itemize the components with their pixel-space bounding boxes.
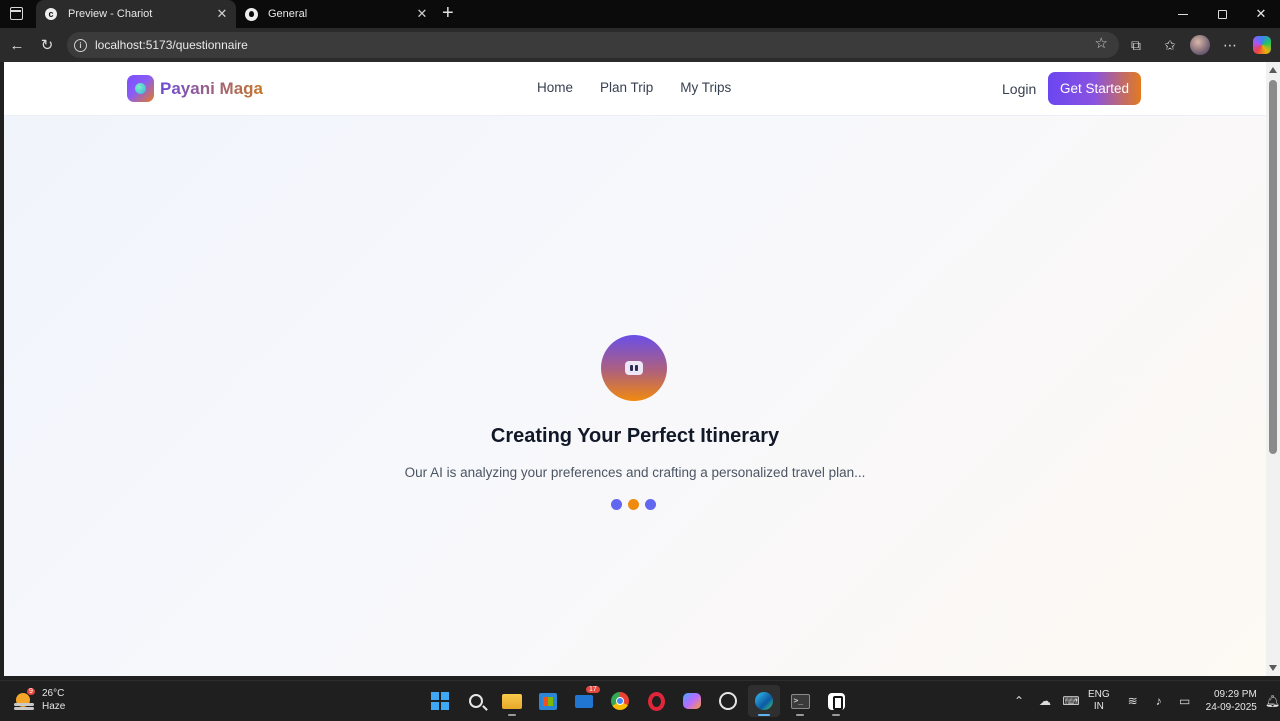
scroll-up-arrow-icon[interactable] xyxy=(1269,67,1277,73)
main-nav: Home Plan Trip My Trips xyxy=(537,80,758,95)
windows-logo-icon xyxy=(431,692,449,710)
tab-title: Preview - Chariot xyxy=(68,8,153,20)
opera-button[interactable] xyxy=(640,685,672,717)
edge-icon xyxy=(755,692,773,710)
terminal-icon: >_ xyxy=(790,693,810,709)
tab-actions-icon[interactable] xyxy=(10,7,23,20)
mail-icon xyxy=(575,694,593,708)
search-icon xyxy=(469,694,483,708)
volume-icon[interactable]: ♪ xyxy=(1146,694,1172,708)
nav-link-my-trips[interactable]: My Trips xyxy=(680,80,731,95)
tab-title: General xyxy=(268,8,308,20)
loading-dot xyxy=(645,499,656,510)
start-button[interactable] xyxy=(424,685,456,717)
address-bar[interactable]: i localhost:5173/questionnaire ☆ xyxy=(67,32,1119,58)
clock-time: 09:29 PM xyxy=(1214,689,1257,700)
battery-icon[interactable]: ▭ xyxy=(1172,694,1198,708)
weather-temperature: 26°C xyxy=(42,688,65,699)
chatgpt-icon xyxy=(719,692,737,710)
chariot-c-icon: c xyxy=(44,7,58,21)
weather-condition: Haze xyxy=(42,701,66,712)
opera-icon xyxy=(647,691,665,711)
taskbar-apps: 17 >_ xyxy=(424,685,852,717)
address-url: localhost:5173/questionnaire xyxy=(95,38,248,52)
new-tab-button[interactable]: + xyxy=(442,3,454,23)
get-started-button[interactable]: Get Started xyxy=(1048,72,1141,105)
capcut-icon xyxy=(827,692,845,710)
loading-dot xyxy=(611,499,622,510)
avatar xyxy=(1190,35,1210,55)
copilot-app-icon xyxy=(683,693,701,709)
system-tray: ⌃ ☁ ⌨ ENG IN ≋ ♪ ▭ 09:29 PM 24-09-2025 🔔… xyxy=(1006,681,1280,721)
tab-general[interactable]: General ✕ xyxy=(236,0,436,28)
chatgpt-button[interactable] xyxy=(712,685,744,717)
reload-button[interactable]: ↻ xyxy=(35,33,59,57)
loading-dot xyxy=(628,499,639,510)
show-hidden-icons-chevron-icon[interactable]: ⌃ xyxy=(1006,694,1032,708)
search-button[interactable] xyxy=(460,685,492,717)
nav-link-home[interactable]: Home xyxy=(537,80,573,95)
browser-tab-bar: c Preview - Chariot ✕ General ✕ + ✕ xyxy=(0,0,1280,28)
wifi-icon[interactable]: ≋ xyxy=(1120,694,1146,708)
loader-subtitle: Our AI is analyzing your preferences and… xyxy=(404,465,866,480)
window-close-button[interactable]: ✕ xyxy=(1242,0,1280,28)
clock[interactable]: 09:29 PM 24-09-2025 xyxy=(1206,688,1257,714)
browser-toolbar: ← ↻ i localhost:5173/questionnaire ☆ ⧉ ✩… xyxy=(0,28,1280,62)
favorites-icon[interactable]: ✩ xyxy=(1158,33,1182,57)
edge-button[interactable] xyxy=(748,685,780,717)
file-explorer-button[interactable] xyxy=(496,685,528,717)
loader-title: Creating Your Perfect Itinerary xyxy=(490,425,780,447)
tab-preview-chariot[interactable]: c Preview - Chariot ✕ xyxy=(36,0,236,28)
windows-taskbar: 9 26°C Haze 17 >_ ⌃ ☁ ⌨ ENG IN ≋ ♪ ▭ 09:… xyxy=(0,680,1280,720)
more-options-icon[interactable]: ⋯ xyxy=(1218,33,1242,57)
maximize-button[interactable] xyxy=(1203,0,1241,28)
weather-widget[interactable]: 9 26°C Haze xyxy=(14,687,65,713)
onedrive-icon[interactable]: ☁ xyxy=(1032,694,1058,708)
extensions-icon[interactable]: ⧉ xyxy=(1124,33,1148,57)
chrome-icon xyxy=(611,692,629,710)
brand-logo-icon xyxy=(127,75,154,102)
back-button[interactable]: ← xyxy=(5,33,29,57)
weather-haze-icon: 9 xyxy=(14,688,36,711)
copilot-app-button[interactable] xyxy=(676,685,708,717)
profile-button[interactable] xyxy=(1188,33,1212,57)
notifications-icon[interactable]: 🔔︎ xyxy=(1265,694,1280,708)
clock-date: 24-09-2025 xyxy=(1205,702,1257,713)
close-icon[interactable]: ✕ xyxy=(414,6,430,22)
language-code: ENG xyxy=(1088,689,1110,700)
region-code: IN xyxy=(1093,701,1104,712)
folder-icon xyxy=(502,693,522,709)
keyboard-icon[interactable]: ⌨ xyxy=(1058,694,1084,708)
store-icon xyxy=(539,692,557,710)
copilot-icon[interactable] xyxy=(1250,33,1274,57)
capcut-button[interactable] xyxy=(820,685,852,717)
favorite-star-icon[interactable]: ☆ xyxy=(1095,36,1108,52)
close-icon[interactable]: ✕ xyxy=(214,6,230,22)
brand-link[interactable]: Payani Maga xyxy=(127,75,263,102)
scroll-down-arrow-icon[interactable] xyxy=(1269,665,1277,671)
nav-link-plan-trip[interactable]: Plan Trip xyxy=(600,80,653,95)
page-scrollbar[interactable] xyxy=(1266,62,1280,676)
minimize-button[interactable] xyxy=(1164,0,1202,28)
weather-badge: 9 xyxy=(27,688,35,695)
github-icon xyxy=(244,7,258,21)
brand-name: Payani Maga xyxy=(160,78,263,98)
site-navbar: Payani Maga Home Plan Trip My Trips Logi… xyxy=(4,62,1266,116)
page-viewport: Payani Maga Home Plan Trip My Trips Logi… xyxy=(4,62,1266,676)
chrome-button[interactable] xyxy=(604,685,636,717)
terminal-button[interactable]: >_ xyxy=(784,685,816,717)
mail-button[interactable]: 17 xyxy=(568,685,600,717)
store-button[interactable] xyxy=(532,685,564,717)
robot-icon xyxy=(601,335,667,401)
site-info-icon[interactable]: i xyxy=(74,38,87,52)
scroll-thumb[interactable] xyxy=(1269,80,1277,454)
login-link[interactable]: Login xyxy=(1002,81,1036,97)
language-indicator[interactable]: ENG IN xyxy=(1088,689,1110,713)
mail-badge: 17 xyxy=(586,686,600,693)
loading-dots xyxy=(611,499,656,510)
